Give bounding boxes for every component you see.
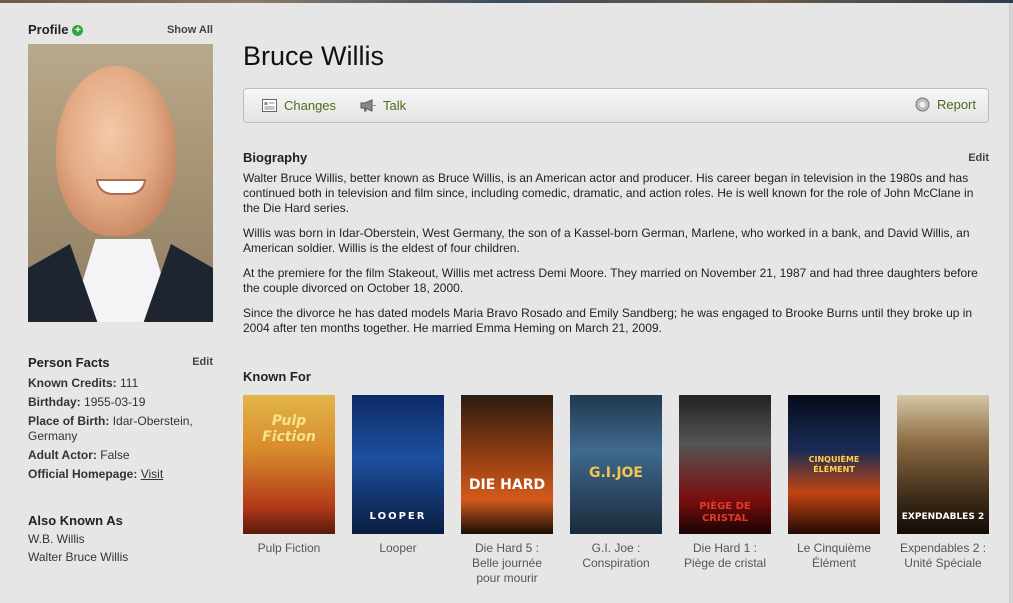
movie-title-link[interactable]: Expendables 2 : Unité Spéciale	[897, 541, 989, 571]
movie-poster[interactable]: Pulp Fiction	[243, 395, 335, 534]
movie-poster[interactable]: LOOPER	[352, 395, 444, 534]
movie-title-link[interactable]: Pulp Fiction	[243, 541, 335, 556]
movie-card: CINQUIÈME ÉLÉMENT Le Cinquième Élément	[788, 395, 880, 586]
biography-title: Biography	[243, 150, 308, 165]
fact-birthday: Birthday: 1955-03-19	[28, 395, 213, 410]
aka-item: Walter Bruce Willis	[28, 550, 129, 564]
report-button[interactable]: Report	[915, 97, 976, 112]
person-facts-header: Person Facts Edit	[28, 352, 213, 372]
fact-label: Place of Birth:	[28, 414, 110, 428]
poster-title: PIÈGE DE CRISTAL	[699, 501, 751, 524]
fact-label: Birthday:	[28, 395, 81, 409]
profile-header: Profile + Show All	[28, 20, 213, 40]
movie-poster[interactable]: PIÈGE DE CRISTAL	[679, 395, 771, 534]
movie-card: EXPENDABLES 2 Expendables 2 : Unité Spéc…	[897, 395, 989, 586]
add-image-plus-icon[interactable]: +	[72, 25, 84, 36]
profile-title-wrap: Profile +	[28, 21, 84, 39]
known-for-list: Pulp Fiction Pulp Fiction LOOPER Looper …	[243, 395, 989, 586]
movie-poster[interactable]: CINQUIÈME ÉLÉMENT	[788, 395, 880, 534]
movie-title-link[interactable]: Die Hard 5 : Belle journée pour mourir	[461, 541, 553, 586]
biography-paragraph: At the premiere for the film Stakeout, W…	[243, 266, 978, 295]
movie-title-link[interactable]: G.I. Joe : Conspiration	[570, 541, 662, 571]
known-for-header: Known For	[243, 368, 989, 386]
page-title: Bruce Willis	[243, 41, 385, 71]
fact-place-of-birth: Place of Birth: Idar-Oberstein, Germany	[28, 414, 213, 444]
aka-title: Also Known As	[28, 512, 123, 528]
homepage-visit-link[interactable]: Visit	[141, 467, 163, 481]
movie-title-link[interactable]: Le Cinquième Élément	[788, 541, 880, 571]
megaphone-icon	[360, 99, 376, 112]
movie-poster[interactable]: G.I.JOE	[570, 395, 662, 534]
poster-title: G.I.JOE	[588, 465, 643, 481]
movie-title-link[interactable]: Die Hard 1 : Piège de cristal	[679, 541, 771, 571]
movie-card: PIÈGE DE CRISTAL Die Hard 1 : Piège de c…	[679, 395, 771, 586]
report-icon	[915, 97, 930, 112]
action-toolbar: Changes Talk Report	[243, 88, 989, 123]
fact-label: Adult Actor:	[28, 448, 97, 462]
movie-card: Pulp Fiction Pulp Fiction	[243, 395, 335, 586]
changes-icon	[262, 99, 277, 112]
aka-header: Also Known As	[28, 510, 213, 530]
fact-value: 111	[120, 376, 139, 390]
photo-face	[56, 66, 176, 236]
biography-paragraph: Walter Bruce Willis, better known as Bru…	[243, 171, 974, 215]
show-all-link[interactable]: Show All	[167, 24, 213, 36]
profile-title: Profile	[28, 22, 69, 37]
fact-homepage: Official Homepage: Visit	[28, 467, 213, 482]
movie-card: DIE HARD Die Hard 5 : Belle journée pour…	[461, 395, 553, 586]
fact-value: 1955-03-19	[84, 395, 146, 409]
movie-poster[interactable]: DIE HARD	[461, 395, 553, 534]
aka-item: W.B. Willis	[28, 532, 85, 546]
poster-title: LOOPER	[369, 511, 427, 522]
fact-value: False	[100, 448, 130, 462]
fact-known-credits: Known Credits: 111	[28, 376, 213, 391]
profile-photo[interactable]	[28, 44, 213, 322]
fact-label: Official Homepage:	[28, 467, 138, 481]
person-facts: Person Facts Edit Known Credits: 111 Bir…	[28, 352, 213, 482]
also-known-as: Also Known As W.B. Willis Walter Bruce W…	[28, 510, 213, 566]
poster-title: CINQUIÈME ÉLÉMENT	[808, 455, 860, 474]
movie-title-link[interactable]: Looper	[352, 541, 444, 556]
biography-header: Biography Edit	[243, 150, 989, 165]
poster-title: Pulp Fiction	[262, 413, 316, 445]
talk-button[interactable]: Talk	[360, 98, 406, 113]
talk-label: Talk	[383, 98, 407, 113]
main-content: Bruce Willis Changes Talk Report Biograp…	[243, 40, 989, 586]
movie-card: G.I.JOE G.I. Joe : Conspiration	[570, 395, 662, 586]
fact-label: Known Credits:	[28, 376, 117, 390]
poster-title: DIE HARD	[468, 477, 546, 493]
fact-adult-actor: Adult Actor: False	[28, 448, 213, 463]
person-facts-title: Person Facts	[28, 354, 110, 370]
report-label: Report	[936, 97, 976, 112]
biography-edit-link[interactable]: Edit	[968, 152, 989, 164]
biography-paragraph: Since the divorce he has dated models Ma…	[243, 306, 973, 335]
sidebar: Profile + Show All Person Facts Edit Know…	[28, 20, 213, 566]
top-strip	[0, 0, 1013, 3]
changes-label: Changes	[284, 98, 337, 113]
scrollbar[interactable]	[1009, 3, 1013, 603]
known-for-title: Known For	[243, 369, 311, 384]
movie-card: LOOPER Looper	[352, 395, 444, 586]
biography-paragraph: Willis was born in Idar-Oberstein, West …	[243, 226, 970, 255]
poster-title: EXPENDABLES 2	[901, 512, 985, 522]
changes-button[interactable]: Changes	[262, 98, 336, 113]
person-facts-edit-link[interactable]: Edit	[192, 356, 213, 368]
movie-poster[interactable]: EXPENDABLES 2	[897, 395, 989, 534]
